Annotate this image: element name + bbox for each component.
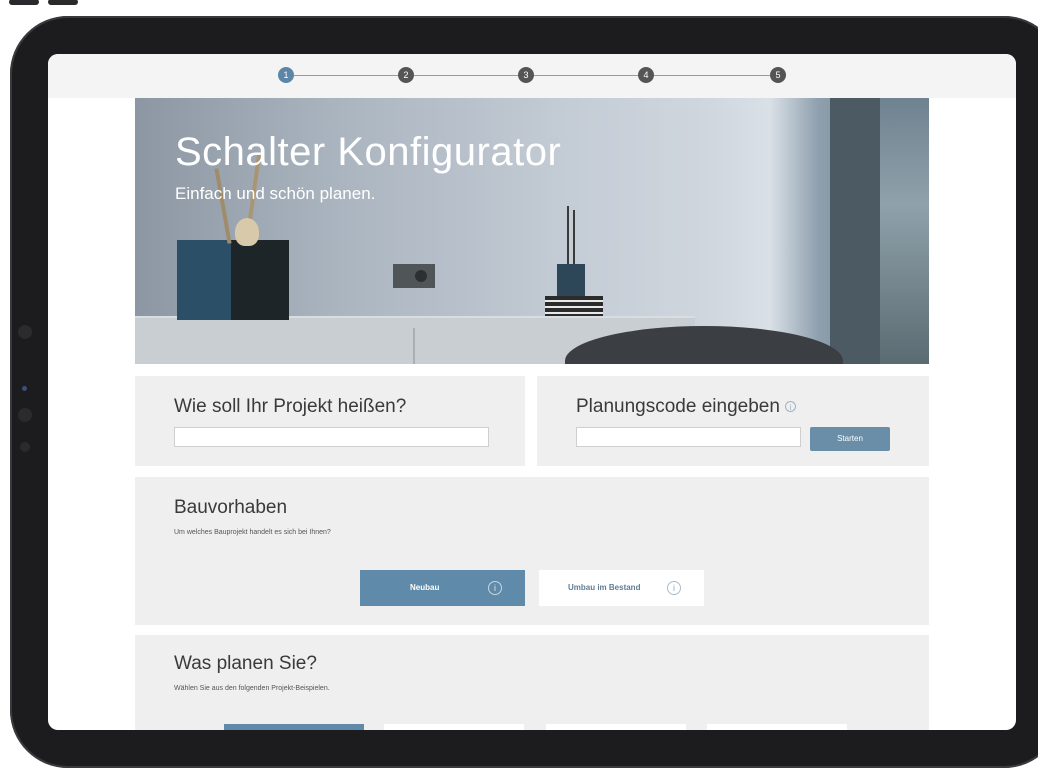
camera-dot <box>18 325 32 339</box>
diffuser-image <box>567 206 569 264</box>
info-icon[interactable]: i <box>667 581 681 595</box>
option-neubau-label: Neubau <box>410 583 440 592</box>
device-button <box>48 0 78 5</box>
info-icon[interactable]: i <box>488 581 502 595</box>
step-connector <box>414 75 518 76</box>
hero-subtitle: Einfach und schön planen. <box>175 184 376 203</box>
option-umbau-label: Umbau im Bestand <box>568 583 641 592</box>
sensor-dot <box>22 386 27 391</box>
bauvorhaben-description: Um welches Bauprojekt handelt es sich be… <box>174 529 331 536</box>
hero-title: Schalter Konfigurator <box>175 130 562 174</box>
step-4[interactable]: 4 <box>638 67 654 83</box>
start-button[interactable]: Starten <box>810 427 890 451</box>
project-example-tile[interactable] <box>707 724 847 730</box>
vase-image <box>231 240 289 320</box>
option-umbau-button[interactable]: Umbau im Bestand i <box>539 570 704 606</box>
planen-title: Was planen Sie? <box>174 653 317 674</box>
step-connector <box>654 75 770 76</box>
camera-dot <box>20 442 30 452</box>
step-1[interactable]: 1 <box>278 67 294 83</box>
planen-description: Wählen Sie aus den folgenden Projekt-Bei… <box>174 685 330 692</box>
camera-dot <box>18 408 32 422</box>
step-5[interactable]: 5 <box>770 67 786 83</box>
planning-code-title: Planungscode eingeben i <box>576 396 797 418</box>
option-neubau-button[interactable]: Neubau i <box>360 570 525 606</box>
step-connector <box>294 75 398 76</box>
project-example-tile[interactable] <box>224 724 364 730</box>
wall-switch-image <box>415 270 427 282</box>
planning-code-panel <box>537 376 929 466</box>
dried-flowers-image <box>214 168 232 244</box>
hero-banner: Schalter Konfigurator Einfach und schön … <box>135 98 929 364</box>
window-image <box>880 98 929 364</box>
planning-code-input[interactable] <box>576 427 801 447</box>
wall-switch-image <box>393 264 435 288</box>
project-example-tile[interactable] <box>384 724 524 730</box>
sideboard-gap <box>413 328 415 364</box>
device-button <box>9 0 39 5</box>
step-connector <box>534 75 638 76</box>
app-screen: 1 2 3 4 5 Schalter Konfigurator Einfach … <box>48 54 1016 730</box>
step-3[interactable]: 3 <box>518 67 534 83</box>
step-2[interactable]: 2 <box>398 67 414 83</box>
project-name-input[interactable] <box>174 427 489 447</box>
planning-code-label: Planungscode eingeben <box>576 396 780 417</box>
vase-image <box>177 240 233 320</box>
info-icon[interactable]: i <box>785 401 797 413</box>
project-name-panel <box>135 376 525 466</box>
project-name-title: Wie soll Ihr Projekt heißen? <box>174 396 407 417</box>
bauvorhaben-title: Bauvorhaben <box>174 497 288 518</box>
books-image <box>545 296 603 316</box>
project-example-tile[interactable] <box>546 724 686 730</box>
planen-panel <box>135 635 929 730</box>
progress-stepper: 1 2 3 4 5 <box>48 54 1016 98</box>
diffuser-image <box>573 210 575 264</box>
dried-flowers-image <box>235 218 259 246</box>
window-image <box>830 98 880 364</box>
diffuser-image <box>557 264 585 296</box>
